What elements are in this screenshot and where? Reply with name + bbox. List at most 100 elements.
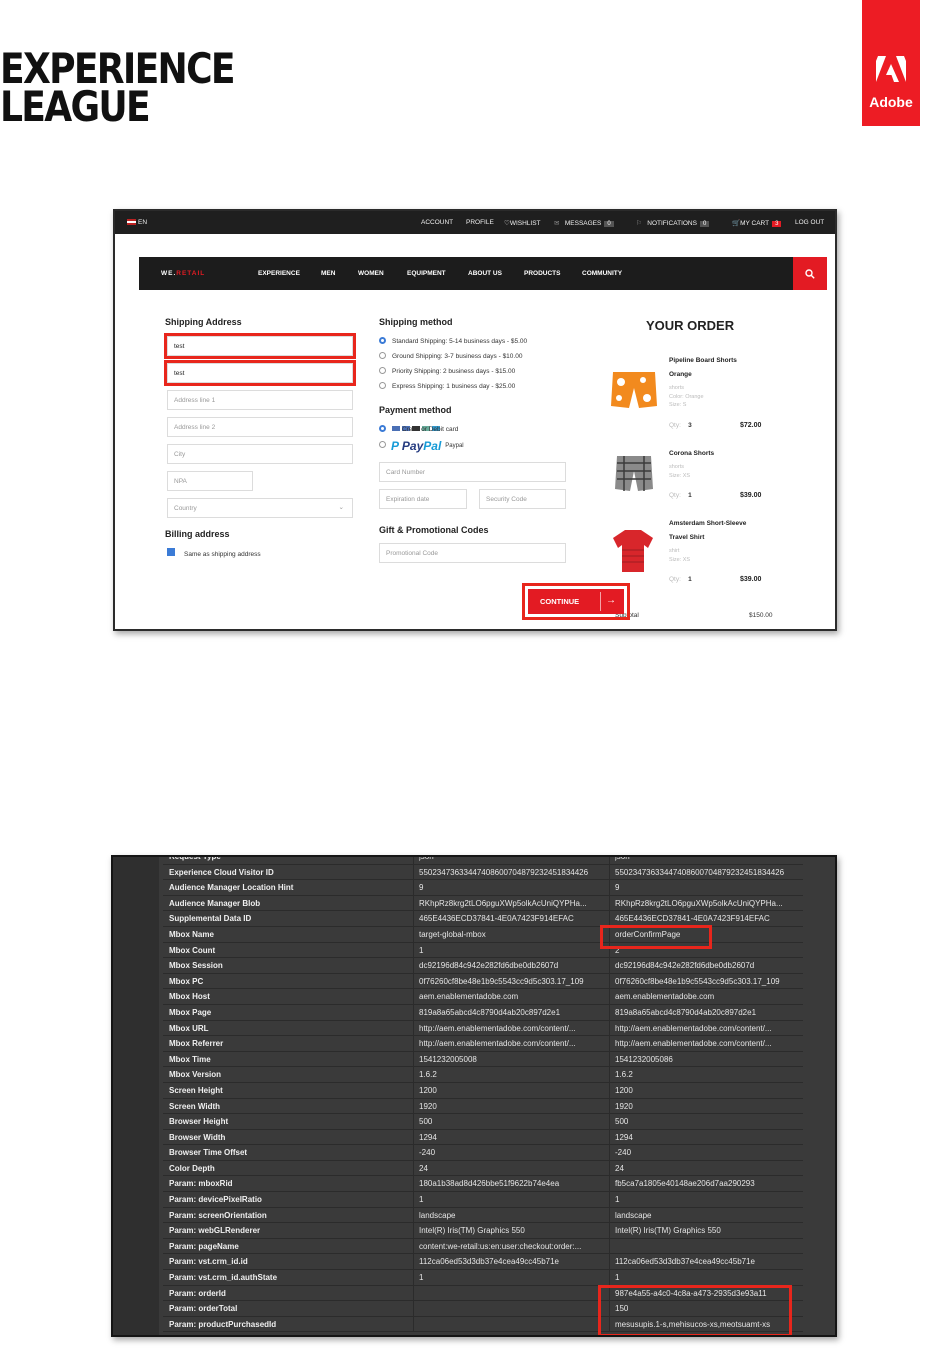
table-row[interactable]: Screen Width 1920 1920 — [163, 1098, 803, 1115]
row-label: Param: productPurchasedId — [169, 1319, 277, 1329]
table-row[interactable]: Audience Manager Blob RKhpRz8krg2tLO6pguX… — [163, 895, 803, 912]
row-label: Mbox Name — [169, 929, 214, 939]
order-item-name[interactable]: Corona Shorts — [669, 447, 759, 461]
main-nav: WE.RETAIL EXPERIENCE MEN WOMEN EQUIPMENT… — [139, 257, 793, 290]
address-line-1-input[interactable]: Address line 1 — [167, 390, 353, 410]
nav-equipment[interactable]: EQUIPMENT — [407, 270, 446, 277]
table-row[interactable]: Browser Width 1294 1294 — [163, 1129, 803, 1146]
table-row[interactable]: Param: webGLRenderer Intel(R) Iris(TM) Gr… — [163, 1223, 803, 1239]
request-1-value: aem.enablementadobe.com — [419, 992, 519, 1002]
profile-link[interactable]: PROFILE — [466, 219, 494, 226]
table-row[interactable]: Mbox URL http://aem.enablementadobe.com/c… — [163, 1020, 803, 1037]
table-row[interactable]: Mbox Time 1541232005008 1541232005086 — [163, 1051, 803, 1068]
nav-women[interactable]: WOMEN — [358, 270, 384, 277]
shipping-option-standard[interactable]: Standard Shipping: 5-14 business days - … — [379, 337, 527, 345]
table-row[interactable]: Experience Cloud Visitor ID 5502347363344… — [163, 864, 803, 881]
table-row[interactable]: Audience Manager Location Hint 9 9 — [163, 880, 803, 896]
wishlist-link[interactable]: ♡WISHLIST — [504, 219, 541, 227]
request-1-value: 1.6.2 — [419, 1070, 437, 1080]
radio-icon — [379, 367, 386, 374]
request-2-value: 1 — [615, 1195, 620, 1205]
request-2-value: Intel(R) Iris(TM) Graphics 550 — [615, 1226, 721, 1236]
row-label: Color Depth — [169, 1163, 215, 1173]
nav-about-us[interactable]: ABOUT US — [468, 270, 502, 277]
shipping-method-title: Shipping method — [379, 317, 453, 327]
table-row[interactable]: Mbox Page 819a8a65abcd4c8790d4ab20c897d2e… — [163, 1004, 803, 1021]
table-row[interactable]: Param: vst.crm_id.id 112ca06ed53d3db37e4c… — [163, 1254, 803, 1271]
cart-count: 3 — [772, 221, 782, 227]
table-row[interactable]: Browser Time Offset -240 -240 — [163, 1145, 803, 1161]
table-row[interactable]: Mbox Version 1.6.2 1.6.2 — [163, 1067, 803, 1083]
security-code-input[interactable]: Security Code — [479, 489, 566, 509]
shipping-option-priority[interactable]: Priority Shipping: 2 business days - $15… — [379, 367, 515, 375]
request-2-value: 1541232005086 — [615, 1054, 673, 1064]
same-as-shipping-label: Same as shipping address — [184, 551, 261, 558]
adobe-logo: Adobe — [862, 0, 920, 126]
row-label: Audience Manager Blob — [169, 898, 261, 908]
my-cart-link[interactable]: 🛒MY CART 3 — [732, 219, 782, 227]
nav-men[interactable]: MEN — [321, 270, 335, 277]
table-row[interactable]: Color Depth 24 24 — [163, 1160, 803, 1177]
highlight-order-params — [598, 1285, 792, 1335]
table-row[interactable]: Param: screenOrientation landscape landsca… — [163, 1207, 803, 1224]
table-row[interactable]: Request Type json json — [163, 857, 803, 865]
nav-experience[interactable]: EXPERIENCE — [258, 270, 300, 277]
payment-option-card[interactable]: Credit or Debit card — [379, 425, 458, 433]
table-row[interactable]: Param: vst.crm_id.authState 1 1 — [163, 1270, 803, 1286]
table-row[interactable]: Mbox Session dc92196d84c942e282fd6dbe0db2… — [163, 958, 803, 974]
request-1-value: 112ca06ed53d3db37e4cea49cc45b71e — [419, 1257, 559, 1267]
request-2-value: 112ca06ed53d3db37e4cea49cc45b71e — [615, 1257, 755, 1267]
table-row[interactable]: Mbox PC 0f76260cf8be48e1b9c5543cc9d5c303.… — [163, 973, 803, 990]
table-row[interactable]: Screen Height 1200 1200 — [163, 1082, 803, 1099]
request-1-value: 500 — [419, 1117, 433, 1127]
expiration-date-input[interactable]: Expiration date — [379, 489, 467, 509]
we-retail-logo[interactable]: WE.RETAIL — [161, 270, 205, 277]
table-row[interactable]: Param: mboxRid 180a1b38ad8d426bbe51f9622b… — [163, 1176, 803, 1193]
promo-code-input[interactable]: Promotional Code — [379, 543, 566, 563]
same-as-shipping-checkbox[interactable] — [167, 548, 175, 556]
row-label: Param: orderTotal — [169, 1304, 238, 1314]
npa-input[interactable]: NPA — [167, 471, 253, 491]
request-1-value: http://aem.enablementadobe.com/content/.… — [419, 1039, 576, 1049]
row-label: Experience Cloud Visitor ID — [169, 867, 274, 877]
search-button[interactable] — [793, 257, 827, 290]
request-1-value: 24 — [419, 1163, 428, 1173]
cart-icon: 🛒 — [732, 220, 741, 227]
notifications-link[interactable]: ⚐ NOTIFICATIONS 0 — [636, 219, 710, 227]
row-label: Param: devicePixelRatio — [169, 1195, 262, 1205]
flag-icon: ⚐ — [636, 220, 642, 227]
row-label: Param: vst.crm_id.authState — [169, 1273, 278, 1283]
order-item-qty: Qty: 3 — [669, 422, 692, 429]
adobe-wordmark: Adobe — [869, 94, 913, 110]
request-1-value: 180a1b38ad8d426bbe51f9622b74e4ea — [419, 1179, 560, 1189]
row-label: Mbox Page — [169, 1007, 212, 1017]
nav-products[interactable]: PRODUCTS — [524, 270, 560, 277]
request-2-value: http://aem.enablementadobe.com/content/.… — [615, 1023, 772, 1033]
logout-link[interactable]: LOG OUT — [795, 219, 824, 226]
table-row[interactable]: Browser Height 500 500 — [163, 1114, 803, 1130]
shipping-option-ground[interactable]: Ground Shipping: 3-7 business days - $10… — [379, 352, 522, 360]
table-row[interactable]: Param: pageName content:we-retail:us:en:u… — [163, 1238, 803, 1255]
shipping-option-express[interactable]: Express Shipping: 1 business day - $25.0… — [379, 382, 515, 390]
row-label: Mbox URL — [169, 1023, 209, 1033]
country-select[interactable]: Country ⌄ — [167, 498, 353, 518]
table-row[interactable]: Param: devicePixelRatio 1 1 — [163, 1192, 803, 1208]
card-number-input[interactable]: Card Number — [379, 462, 566, 482]
order-item-name[interactable]: Pipeline Board Shorts Orange — [669, 354, 759, 382]
messages-link[interactable]: ✉ MESSAGES 0 — [554, 219, 614, 227]
your-order-title: YOUR ORDER — [646, 318, 735, 333]
radio-icon — [379, 441, 386, 448]
account-link[interactable]: ACCOUNT — [421, 219, 453, 226]
city-input[interactable]: City — [167, 444, 353, 464]
order-item-name[interactable]: Amsterdam Short-Sleeve Travel Shirt — [669, 517, 759, 545]
paypal-p-icon: P — [391, 439, 399, 453]
table-row[interactable]: Mbox Referrer http://aem.enablementadobe.… — [163, 1036, 803, 1052]
row-label: Param: mboxRid — [169, 1179, 233, 1189]
table-row[interactable]: Mbox Host aem.enablementadobe.com aem.enab… — [163, 989, 803, 1005]
product-image-orange-shorts — [611, 372, 657, 408]
language-selector[interactable]: EN — [127, 219, 147, 226]
row-label: Mbox Count — [169, 945, 216, 955]
address-line-2-input[interactable]: Address line 2 — [167, 417, 353, 437]
nav-community[interactable]: COMMUNITY — [582, 270, 622, 277]
request-2-value: RKhpRz8krg2tLO6pguXWp5olkAcUniQYPHa... — [615, 898, 783, 908]
